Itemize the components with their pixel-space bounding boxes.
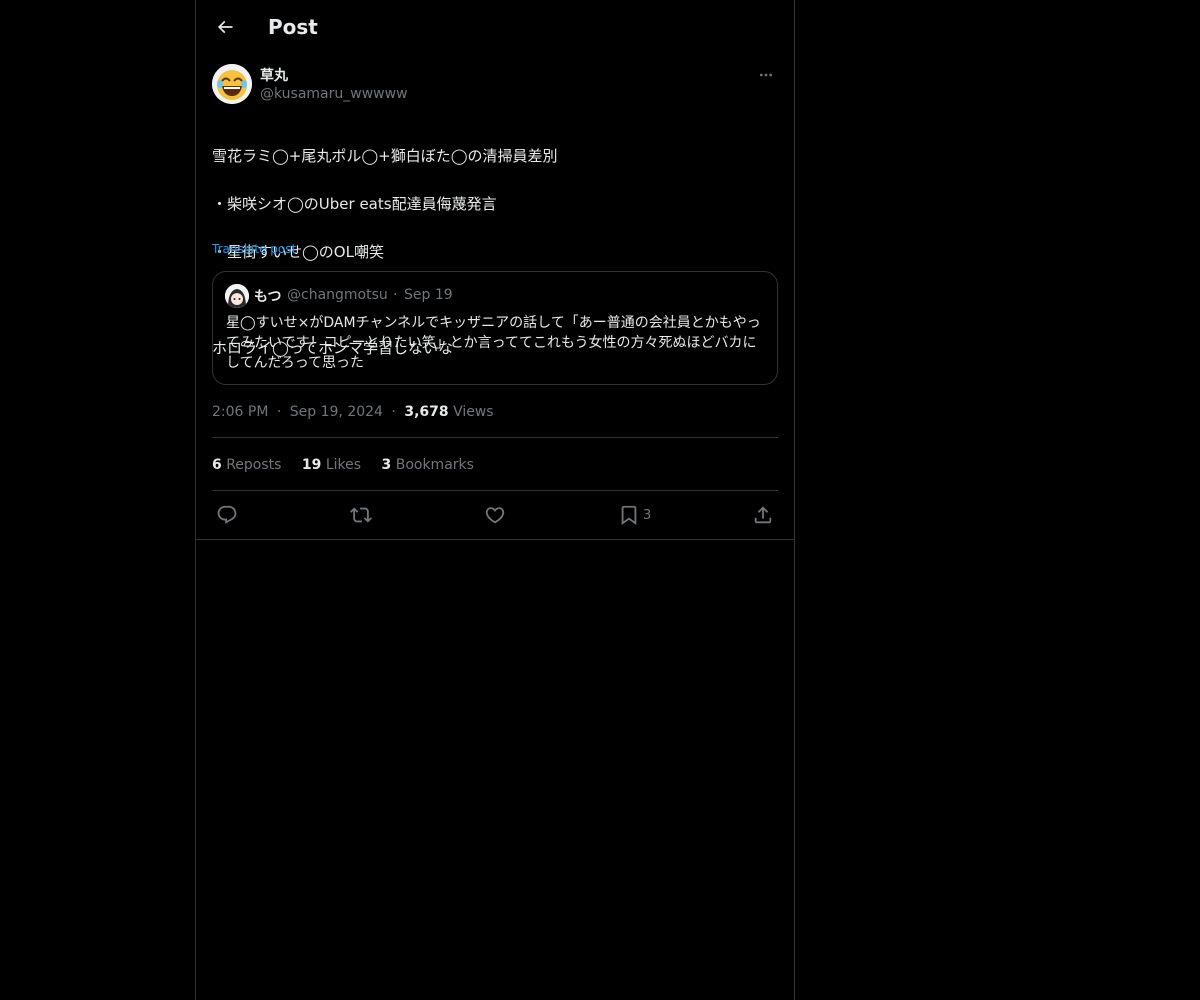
main-column: Post 草丸 @kusamaru_wwwww 雪花ラミ◯+尾丸ポル◯+獅白ぼた… [195,0,795,1000]
reply-button[interactable] [216,502,238,528]
post-text-line: 雪花ラミ◯+尾丸ポル◯+獅白ぼた◯の清掃員差別 [212,147,558,165]
quoted-separator: · [393,287,398,303]
like-button[interactable] [484,502,506,528]
reposts-label: Reposts [226,457,282,473]
share-icon [754,506,772,524]
reply-icon [217,505,237,524]
author-avatar[interactable] [212,64,252,104]
likes-count: 19 [301,457,322,473]
arrow-left-icon [217,20,233,34]
post-text-line: ・星街すいせ◯のOL嘲笑 [212,243,384,261]
bookmark-button[interactable]: 3 [618,502,651,528]
post-time[interactable]: 2:06 PM [212,404,268,420]
divider [212,490,778,491]
heart-icon [485,507,505,524]
meta-separator: · [276,404,282,420]
author-name[interactable]: 草丸 [260,65,288,85]
bookmark-icon [621,505,637,526]
post-stats: 6 Reposts 19 Likes 3 Bookmarks [212,457,490,473]
bookmarks-stat[interactable]: 3 Bookmarks [382,457,474,473]
meta-separator: · [391,404,396,420]
quoted-author-handle: @changmotsu [287,287,388,303]
page-title: Post [268,15,318,39]
views-label: Views [453,404,494,420]
divider [212,437,778,438]
post-date[interactable]: Sep 19, 2024 [290,404,383,420]
reposts-stat[interactable]: 6 Reposts [212,457,281,473]
views-count: 3,678 [404,404,449,420]
repost-button[interactable] [350,502,372,528]
back-button[interactable] [208,10,242,44]
reposts-count: 6 [212,457,222,473]
post-bottom-border [196,539,794,540]
repost-icon [350,507,372,523]
bookmarks-count: 3 [381,457,392,473]
bookmarks-label: Bookmarks [395,457,474,473]
post-metadata: 2:06 PM · Sep 19, 2024 · 3,678 Views [212,404,494,420]
post-text-line: ・柴咲シオ◯のUber eats配達員侮蔑発言 [212,195,497,213]
likes-label: Likes [325,457,362,473]
quoted-post[interactable]: もつ @changmotsu · Sep 19 星◯すいせ×がDAMチャンネルで… [212,271,778,385]
quoted-date: Sep 19 [404,287,453,303]
translate-post-link[interactable]: Translate post [212,242,296,256]
author-handle[interactable]: @kusamaru_wwwww [260,86,408,102]
quoted-author-name: もつ [254,289,282,305]
quoted-text: 星◯すいせ×がDAMチャンネルでキッザニアの話して「あー普通の会社員とかもやって… [226,315,761,371]
more-options-button[interactable] [754,65,778,85]
bookmark-count: 3 [643,507,652,523]
likes-stat[interactable]: 19 Likes [302,457,361,473]
page-header: Post [196,0,794,53]
laughing-emoji-icon [212,64,252,104]
anime-avatar-icon [225,284,249,308]
more-dots-icon [760,73,772,77]
action-bar: 3 [212,502,778,528]
quoted-author-avatar [225,284,249,308]
share-button[interactable] [752,502,774,528]
